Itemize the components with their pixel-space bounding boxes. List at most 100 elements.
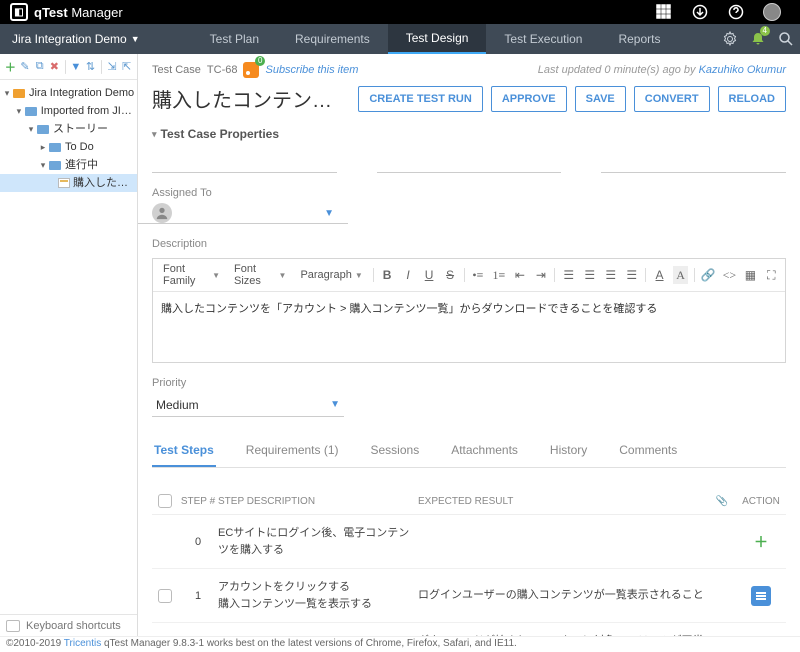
sidebar-toolbar: ＋ ✎ ⧉ ✖ ▼ ⇅ ⇲ ⇱ xyxy=(0,54,137,80)
copy-icon[interactable]: ⧉ xyxy=(33,59,46,75)
expand-icon[interactable]: ⇲ xyxy=(106,59,119,75)
nav-tab-test-design[interactable]: Test Design xyxy=(388,24,487,54)
rss-icon[interactable]: 0 xyxy=(243,62,259,78)
priority-select[interactable]: Medium▼ xyxy=(152,393,344,417)
project-selector[interactable]: Jira Integration Demo▼ xyxy=(0,24,152,54)
align-left-icon[interactable]: ☰ xyxy=(561,266,576,284)
test-case-id: TC-68 xyxy=(207,64,238,76)
link-icon[interactable]: 🔗 xyxy=(701,266,716,284)
step-checkbox[interactable] xyxy=(158,589,172,603)
notifications-bell-icon[interactable]: 4 xyxy=(744,24,772,54)
description-editor: Font Family▼ Font Sizes▼ Paragraph▼ B I … xyxy=(152,258,786,363)
font-family-select[interactable]: Font Family▼ xyxy=(159,263,224,287)
settings-gear-icon[interactable] xyxy=(716,24,744,54)
save-button[interactable]: SAVE xyxy=(575,86,626,112)
tab-test-steps[interactable]: Test Steps xyxy=(152,435,216,467)
chevron-down-icon: ▼ xyxy=(131,34,140,44)
last-updated-user-link[interactable]: Kazuhiko Okumur xyxy=(699,64,786,76)
outdent-icon[interactable]: ⇤ xyxy=(512,266,527,284)
tree: ▾ Jira Integration Demo ▾ Imported from … xyxy=(0,80,137,196)
subscribe-link[interactable]: Subscribe this item xyxy=(265,64,358,76)
properties-header[interactable]: ▾ Test Case Properties xyxy=(152,127,786,141)
search-icon[interactable] xyxy=(772,24,800,54)
select-all-checkbox[interactable] xyxy=(158,494,172,508)
assigned-to-select[interactable]: ▼ xyxy=(138,203,348,224)
filter-icon[interactable]: ▼ xyxy=(69,59,82,75)
create-test-run-button[interactable]: CREATE TEST RUN xyxy=(358,86,482,112)
step-description: ECサイトにログイン後、電子コンテンツを購入する xyxy=(218,525,418,558)
steps-header-row: STEP # STEP DESCRIPTION EXPECTED RESULT … xyxy=(152,488,786,515)
paragraph-select[interactable]: Paragraph▼ xyxy=(296,269,366,281)
footer-link[interactable]: Tricentis xyxy=(64,638,101,649)
property-field-3[interactable] xyxy=(601,149,786,173)
reload-button[interactable]: RELOAD xyxy=(718,86,786,112)
tree-node[interactable]: ▸ To Do xyxy=(0,138,137,156)
footer: ©2010-2019 Tricentis qTest Manager 9.8.3… xyxy=(0,636,800,652)
download-icon[interactable] xyxy=(688,0,712,24)
keyboard-shortcuts-link[interactable]: Keyboard shortcuts xyxy=(0,614,137,636)
tree-node[interactable]: ▾ Imported from JIRA xyxy=(0,102,137,120)
step-row[interactable]: 2 コンテンツのリンクをクリックする ダウンロードが始まり、ローカルに対象コンテ… xyxy=(152,623,786,636)
bold-icon[interactable]: B xyxy=(380,266,395,284)
chevron-down-icon: ▾ xyxy=(152,129,157,140)
tab-sessions[interactable]: Sessions xyxy=(369,435,422,467)
code-icon[interactable]: <> xyxy=(722,266,737,284)
step-row[interactable]: 1 アカウントをクリックする 購入コンテンツ一覧を表示する ログインユーザーの購… xyxy=(152,569,786,623)
add-icon[interactable]: ＋ xyxy=(4,59,17,75)
number-list-icon[interactable]: 1≡ xyxy=(491,266,506,284)
tab-attachments[interactable]: Attachments xyxy=(449,435,520,467)
nav-tab-test-execution[interactable]: Test Execution xyxy=(486,24,600,54)
table-icon[interactable]: ▦ xyxy=(743,266,758,284)
main-nav: Jira Integration Demo▼ Test Plan Require… xyxy=(0,24,800,54)
add-step-icon[interactable]: ＋ xyxy=(751,532,771,552)
fullscreen-icon[interactable]: ⛶ xyxy=(764,266,779,284)
tree-node[interactable]: ▾ ストーリー xyxy=(0,120,137,138)
step-expected: ログインユーザーの購入コンテンツが一覧表示されること xyxy=(418,587,708,604)
indent-icon[interactable]: ⇥ xyxy=(533,266,548,284)
approve-button[interactable]: APPROVE xyxy=(491,86,567,112)
strike-icon[interactable]: S xyxy=(443,266,458,284)
nav-tab-test-plan[interactable]: Test Plan xyxy=(192,24,277,54)
property-field-2[interactable] xyxy=(377,149,562,173)
sort-icon[interactable]: ⇅ xyxy=(84,59,97,75)
edit-icon[interactable]: ✎ xyxy=(19,59,32,75)
chevron-down-icon: ▼ xyxy=(324,208,334,219)
col-step-num: STEP # xyxy=(178,496,218,507)
step-menu-icon[interactable] xyxy=(751,586,771,606)
tree-node[interactable]: ▾ 進行中 xyxy=(0,156,137,174)
app-topbar: ◧ qTest Manager xyxy=(0,0,800,24)
nav-tab-requirements[interactable]: Requirements xyxy=(277,24,388,54)
description-text[interactable]: 購入したコンテンツを「アカウント > 購入コンテンツ一覧」からダウンロードできる… xyxy=(153,292,785,362)
detail-tabs: Test Steps Requirements (1) Sessions Att… xyxy=(152,435,786,468)
step-row[interactable]: 0 ECサイトにログイン後、電子コンテンツを購入する ＋ xyxy=(152,515,786,569)
sidebar: ＋ ✎ ⧉ ✖ ▼ ⇅ ⇲ ⇱ ▾ Jira Integration Demo … xyxy=(0,54,138,636)
col-step-desc: STEP DESCRIPTION xyxy=(218,496,418,507)
help-icon[interactable] xyxy=(724,0,748,24)
delete-icon[interactable]: ✖ xyxy=(48,59,61,75)
property-field-1[interactable] xyxy=(152,149,337,173)
align-justify-icon[interactable]: ☰ xyxy=(624,266,639,284)
bg-color-icon[interactable]: A xyxy=(673,266,688,284)
col-action: ACTION xyxy=(736,496,786,507)
tab-history[interactable]: History xyxy=(548,435,589,467)
assigned-to-label: Assigned To xyxy=(152,187,786,199)
app-logo-icon: ◧ xyxy=(10,3,28,21)
app-logo-text: qTest Manager xyxy=(34,5,123,20)
nav-tab-reports[interactable]: Reports xyxy=(600,24,678,54)
convert-button[interactable]: CONVERT xyxy=(634,86,710,112)
font-size-select[interactable]: Font Sizes▼ xyxy=(230,263,290,287)
tree-root[interactable]: ▾ Jira Integration Demo xyxy=(0,84,137,102)
align-right-icon[interactable]: ☰ xyxy=(603,266,618,284)
step-number: 1 xyxy=(178,590,218,602)
align-center-icon[interactable]: ☰ xyxy=(582,266,597,284)
bullet-list-icon[interactable]: •≡ xyxy=(470,266,485,284)
tab-requirements[interactable]: Requirements (1) xyxy=(244,435,341,467)
tree-node-selected[interactable]: 購入したコンテ xyxy=(0,174,137,192)
collapse-icon[interactable]: ⇱ xyxy=(120,59,133,75)
underline-icon[interactable]: U xyxy=(422,266,437,284)
tab-comments[interactable]: Comments xyxy=(617,435,679,467)
italic-icon[interactable]: I xyxy=(401,266,416,284)
text-color-icon[interactable]: A xyxy=(652,266,667,284)
user-avatar[interactable] xyxy=(760,0,784,24)
apps-grid-icon[interactable] xyxy=(652,0,676,24)
